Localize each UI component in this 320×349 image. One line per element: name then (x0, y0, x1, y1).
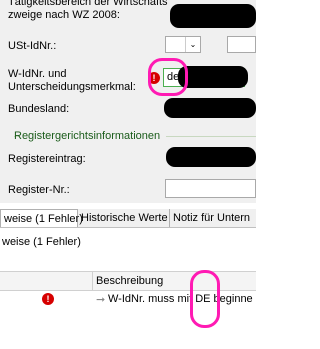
ustid-input[interactable] (227, 36, 256, 53)
register-group: Registergerichtsinformationen (0, 128, 256, 148)
tab-hinweise[interactable]: weise (1 Fehler) (0, 209, 83, 227)
redacted-value (178, 66, 248, 88)
group-title: Registergerichtsinformationen (14, 130, 161, 142)
redacted-value (164, 98, 256, 118)
errors-subtitle: weise (1 Fehler) (2, 236, 81, 248)
redacted-value (170, 4, 256, 28)
wz-label: zweige nach WZ 2008: (8, 9, 120, 21)
arrow-right-icon: ➞ (96, 294, 106, 306)
group-line (166, 136, 256, 137)
register-nr-label: Register-Nr.: (8, 184, 70, 196)
tab-notiz[interactable]: Notiz für Untern (170, 209, 256, 227)
tab-historische-werte[interactable]: Historische Werte (78, 209, 170, 227)
widnr-label-line1: W-IdNr. und (8, 68, 67, 80)
column-separator (92, 272, 93, 290)
registereintrag-label: Registereintrag: (8, 153, 86, 165)
column-header-description[interactable]: Beschreibung (96, 275, 163, 287)
annotation-circle (190, 270, 220, 328)
chevron-down-icon: ⌄ (185, 37, 200, 52)
widnr-label-line2: Unterscheidungsmerkmal: (8, 81, 136, 93)
error-icon: ! (42, 293, 54, 305)
ustid-label: USt-IdNr.: (8, 40, 57, 52)
annotation-circle (148, 58, 188, 96)
ustid-country-select[interactable]: ⌄ (165, 36, 201, 53)
register-nr-input[interactable] (165, 179, 256, 198)
bundesland-label: Bundesland: (8, 103, 70, 115)
redacted-value (166, 147, 256, 167)
error-message: W-IdNr. muss mit DE beginne (108, 293, 253, 305)
tab-bar: weise (1 Fehler) Historische Werte Notiz… (0, 209, 256, 228)
wz-label-cut: Tätigkeitsbereich der Wirtschafts (8, 0, 168, 8)
